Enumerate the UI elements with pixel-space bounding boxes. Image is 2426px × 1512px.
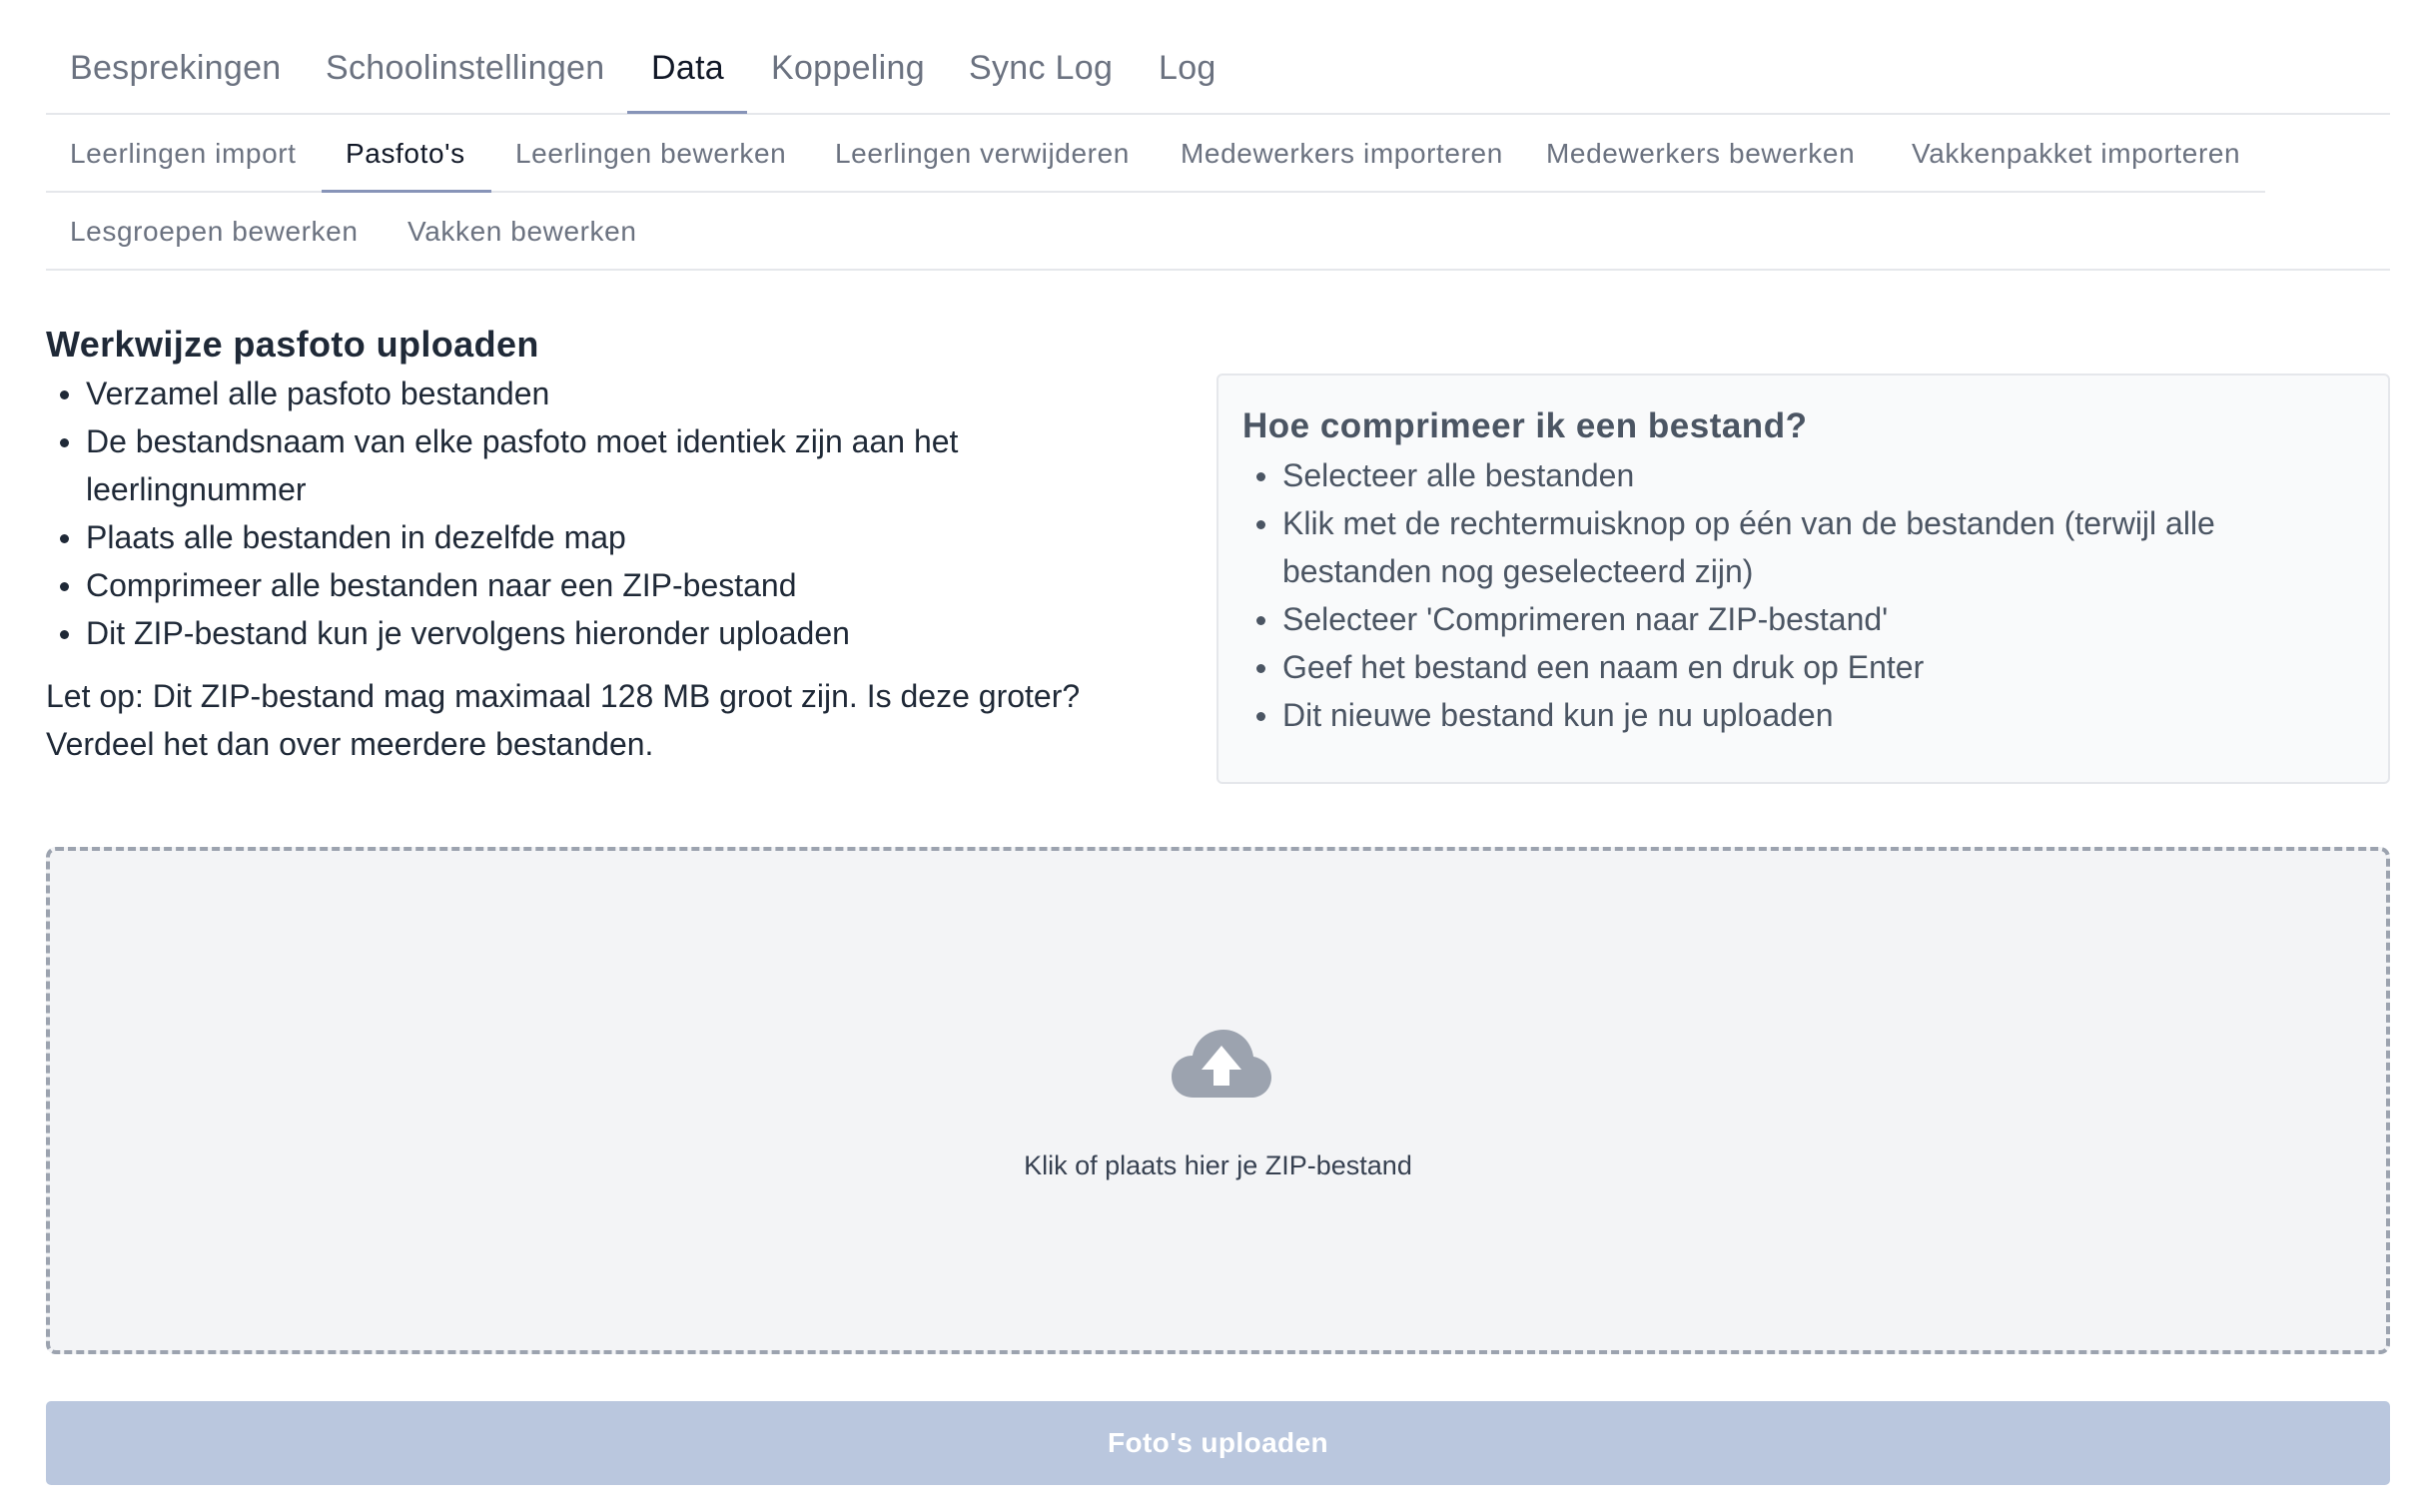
zip-dropzone[interactable]: Klik of plaats hier je ZIP-bestand — [46, 847, 2390, 1354]
subtab-vakken-bewerken[interactable]: Vakken bewerken — [407, 216, 637, 248]
tab-log[interactable]: Log — [1159, 49, 1216, 88]
instructions-list: Verzamel alle pasfoto bestanden De besta… — [46, 370, 1165, 657]
tab-data[interactable]: Data — [651, 49, 724, 88]
upload-photos-button[interactable]: Foto's uploaden — [46, 1401, 2390, 1485]
tab-sync-log[interactable]: Sync Log — [969, 49, 1113, 88]
sub-tabs: Leerlingen import Pasfoto's Leerlingen b… — [46, 115, 2265, 193]
dropzone-text: Klik of plaats hier je ZIP-bestand — [1024, 1150, 1412, 1180]
list-item: Klik met de rechtermuisknop op één van d… — [1242, 499, 2364, 595]
subtab-leerlingen-bewerken[interactable]: Leerlingen bewerken — [515, 138, 786, 170]
list-item: Comprimeer alle bestanden naar een ZIP-b… — [46, 561, 1165, 609]
size-note: Let op: Dit ZIP-bestand mag maximaal 128… — [46, 678, 1081, 762]
sub-tabs-row-2: Lesgroepen bewerken Vakken bewerken — [46, 193, 2390, 271]
list-item: Dit ZIP-bestand kun je vervolgens hieron… — [46, 609, 1165, 657]
instructions-title: Werkwijze pasfoto uploaden — [46, 324, 539, 365]
list-item: Selecteer alle bestanden — [1242, 451, 2364, 499]
list-item: De bestandsnaam van elke pasfoto moet id… — [46, 417, 1165, 513]
list-item: Verzamel alle pasfoto bestanden — [46, 370, 1165, 417]
main-tabs: Besprekingen Schoolinstellingen Data Kop… — [46, 0, 2390, 115]
tab-schoolinstellingen[interactable]: Schoolinstellingen — [326, 49, 604, 88]
subtab-medewerkers-importeren[interactable]: Medewerkers importeren — [1181, 138, 1503, 170]
list-item: Dit nieuwe bestand kun je nu uploaden — [1242, 691, 2364, 739]
subtab-medewerkers-bewerken[interactable]: Medewerkers bewerken — [1546, 138, 1855, 170]
tab-besprekingen[interactable]: Besprekingen — [70, 49, 282, 88]
compress-help-box: Hoe comprimeer ik een bestand? Selecteer… — [1216, 374, 2390, 784]
instructions-section: Werkwijze pasfoto uploaden Verzamel alle… — [46, 322, 1165, 768]
subtab-lesgroepen-bewerken[interactable]: Lesgroepen bewerken — [70, 216, 359, 248]
subtab-pasfotos[interactable]: Pasfoto's — [346, 138, 465, 170]
compress-help-list: Selecteer alle bestanden Klik met de rec… — [1242, 451, 2364, 739]
subtab-leerlingen-import[interactable]: Leerlingen import — [70, 138, 297, 170]
active-tab-indicator — [627, 111, 747, 114]
list-item: Selecteer 'Comprimeren naar ZIP-bestand' — [1242, 595, 2364, 643]
cloud-upload-icon — [1172, 1030, 1271, 1098]
tab-koppeling[interactable]: Koppeling — [771, 49, 925, 88]
list-item: Plaats alle bestanden in dezelfde map — [46, 513, 1165, 561]
compress-help-title: Hoe comprimeer ik een bestand? — [1242, 406, 1808, 445]
subtab-leerlingen-verwijderen[interactable]: Leerlingen verwijderen — [835, 138, 1130, 170]
subtab-vakkenpakket-importeren[interactable]: Vakkenpakket importeren — [1912, 138, 2240, 170]
list-item: Geef het bestand een naam en druk op Ent… — [1242, 643, 2364, 691]
